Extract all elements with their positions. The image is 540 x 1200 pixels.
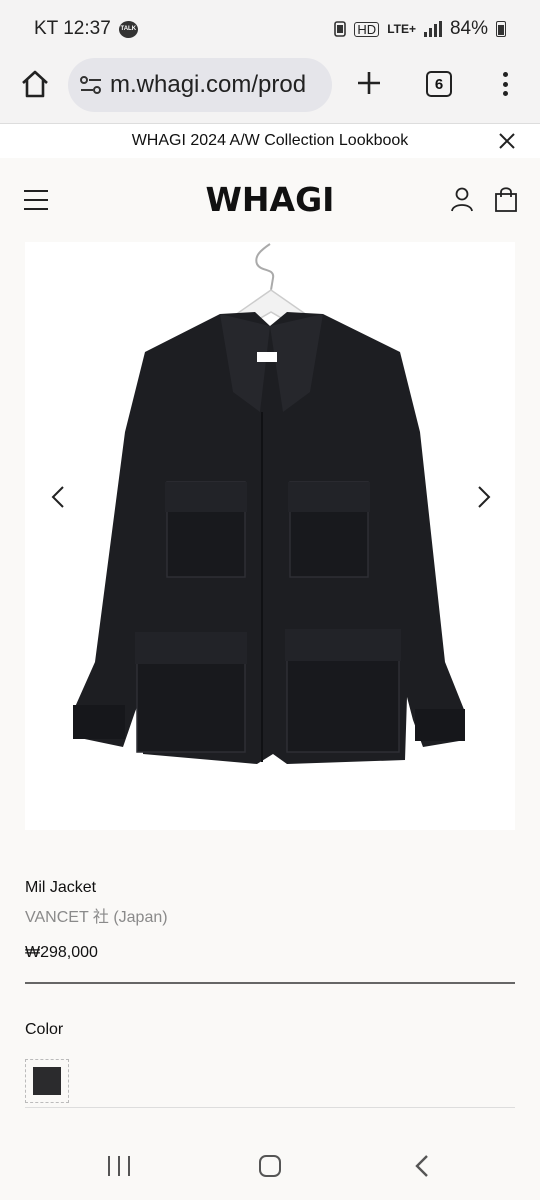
color-label: Color	[25, 1021, 64, 1038]
signal-icon	[423, 21, 442, 37]
color-swatch-option[interactable]	[25, 1059, 69, 1103]
new-tab-icon[interactable]	[354, 68, 384, 98]
site-header: WHAGI	[0, 158, 540, 242]
account-icon[interactable]	[450, 186, 474, 212]
hd-icon: HD	[354, 21, 380, 37]
site-settings-icon[interactable]	[80, 75, 102, 95]
divider	[25, 982, 515, 984]
more-menu-icon[interactable]	[498, 68, 512, 100]
status-left: KT 12:37 TALK	[34, 18, 138, 40]
banner-text[interactable]: WHAGI 2024 A/W Collection Lookbook	[132, 132, 409, 150]
recent-apps-icon[interactable]	[108, 1156, 130, 1176]
previous-image-arrow-icon[interactable]	[50, 485, 66, 509]
color-swatch[interactable]	[33, 1067, 61, 1095]
jacket-image	[73, 243, 465, 764]
carrier-time: KT 12:37	[34, 18, 111, 39]
status-right: HD LTE+ 84%	[334, 18, 506, 40]
battery-percent: 84%	[449, 18, 488, 39]
url-field[interactable]: m.whagi.com/prod	[68, 58, 332, 112]
divider	[25, 1107, 515, 1108]
system-navigation-bar	[0, 1130, 540, 1200]
announcement-banner[interactable]: WHAGI 2024 A/W Collection Lookbook	[0, 124, 540, 158]
battery-icon	[496, 21, 506, 37]
next-image-arrow-icon[interactable]	[476, 485, 492, 509]
close-icon[interactable]	[498, 132, 516, 150]
product-brand: VANCET 社 (Japan)	[25, 909, 168, 926]
product-image[interactable]	[25, 242, 515, 830]
tab-switcher-button[interactable]: 6	[426, 71, 452, 97]
product-price: ₩298,000	[25, 944, 98, 961]
browser-toolbar: m.whagi.com/prod 6	[0, 58, 540, 124]
home-button-icon[interactable]	[259, 1155, 281, 1177]
status-bar: KT 12:37 TALK HD LTE+ 84%	[0, 0, 540, 58]
url-text[interactable]: m.whagi.com/prod	[110, 71, 306, 99]
sync-icon	[334, 21, 347, 37]
lte-icon: LTE+	[387, 21, 416, 36]
home-icon[interactable]	[19, 68, 51, 100]
shopping-bag-icon[interactable]	[494, 186, 518, 212]
product-name: Mil Jacket	[25, 879, 97, 896]
back-icon[interactable]	[414, 1154, 430, 1178]
kakaotalk-icon: TALK	[118, 20, 138, 38]
